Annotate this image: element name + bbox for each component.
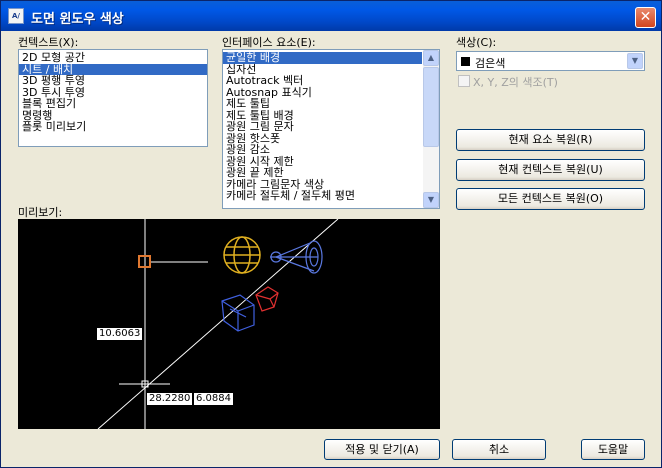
camera-frustum-icon — [255, 286, 279, 312]
chevron-down-icon[interactable]: ▼ — [627, 53, 643, 69]
close-button[interactable]: ✕ — [635, 7, 656, 28]
app-icon: A/ — [8, 8, 24, 24]
window-title: 도면 윈도우 색상 — [31, 12, 124, 27]
list-item[interactable]: 광원 그림 문자 — [223, 121, 422, 133]
title-bar[interactable]: A/ 도면 윈도우 색상 ✕ — [1, 1, 661, 31]
dimension-tooltip: 10.6063 — [96, 327, 144, 341]
interface-list: 균일한 배경 십자선 Autotrack 벡터 Autosnap 표식기 제도 툴팁 제도… — [223, 50, 422, 202]
scroll-down-icon[interactable]: ▼ — [423, 192, 439, 208]
restore-all-button[interactable]: 모든 컨텍스트 복원(O) — [456, 188, 645, 210]
color-combo[interactable]: 검은색 ▼ — [456, 51, 645, 71]
restore-element-button[interactable]: 현재 요소 복원(R) — [456, 129, 645, 151]
camera-glyph-icon — [221, 294, 255, 332]
context-label: 컨텍스트(X): — [18, 36, 79, 49]
scroll-up-icon[interactable]: ▲ — [423, 50, 439, 66]
preview-label: 미리보기: — [18, 206, 63, 219]
list-item[interactable]: Autotrack 벡터 — [223, 75, 422, 87]
coord-x-tooltip: 28.2280 — [146, 392, 194, 406]
color-swatch — [461, 57, 470, 66]
color-value: 검은색 — [475, 57, 506, 70]
coord-y-tooltip: 6.0884 — [193, 392, 234, 406]
xyz-tint-checkbox[interactable] — [458, 75, 470, 87]
list-item[interactable]: 카메라 절두체 / 절두체 평면 — [223, 190, 422, 202]
list-item[interactable]: 블록 편집기 — [19, 98, 207, 110]
interface-listbox[interactable]: 균일한 배경 십자선 Autotrack 벡터 Autosnap 표식기 제도 툴팁 제도… — [222, 49, 440, 209]
interface-label: 인터페이스 요소(E): — [222, 36, 316, 49]
list-item[interactable]: 3D 평행 투영 — [19, 75, 207, 87]
context-list: 2D 모형 공간 시트 / 배치 3D 평행 투영 3D 투시 투영 블록 편집기 명령행… — [19, 50, 207, 133]
help-button[interactable]: 도움말 — [581, 439, 645, 460]
restore-context-button[interactable]: 현재 컨텍스트 복원(U) — [456, 159, 645, 181]
preview-canvas: 10.6063 28.2280 6.0884 — [18, 219, 440, 429]
interface-scrollbar[interactable]: ▲ ▼ — [423, 50, 439, 208]
list-item[interactable]: 플롯 미리보기 — [19, 121, 207, 133]
xyz-tint-label: X, Y, Z의 색조(T) — [473, 76, 558, 89]
list-item[interactable]: 균일한 배경 — [223, 52, 422, 64]
context-listbox[interactable]: 2D 모형 공간 시트 / 배치 3D 평행 투영 3D 투시 투영 블록 편집기 명령행… — [18, 49, 208, 147]
apply-close-button[interactable]: 적용 및 닫기(A) — [324, 439, 440, 460]
dialog-window: A/ 도면 윈도우 색상 ✕ 컨텍스트(X): 2D 모형 공간 시트 / 배치 3… — [0, 0, 662, 468]
light-glyph-icon — [223, 236, 261, 274]
list-item[interactable]: 2D 모형 공간 — [19, 52, 207, 64]
scroll-thumb[interactable] — [423, 67, 439, 147]
spotlight-icon — [270, 240, 323, 274]
cancel-button[interactable]: 취소 — [452, 439, 546, 460]
list-item[interactable]: 제도 툴팁 — [223, 98, 422, 110]
color-label: 색상(C): — [456, 36, 497, 49]
list-item[interactable]: 광원 끝 제한 — [223, 167, 422, 179]
list-item[interactable]: 광원 감소 — [223, 144, 422, 156]
